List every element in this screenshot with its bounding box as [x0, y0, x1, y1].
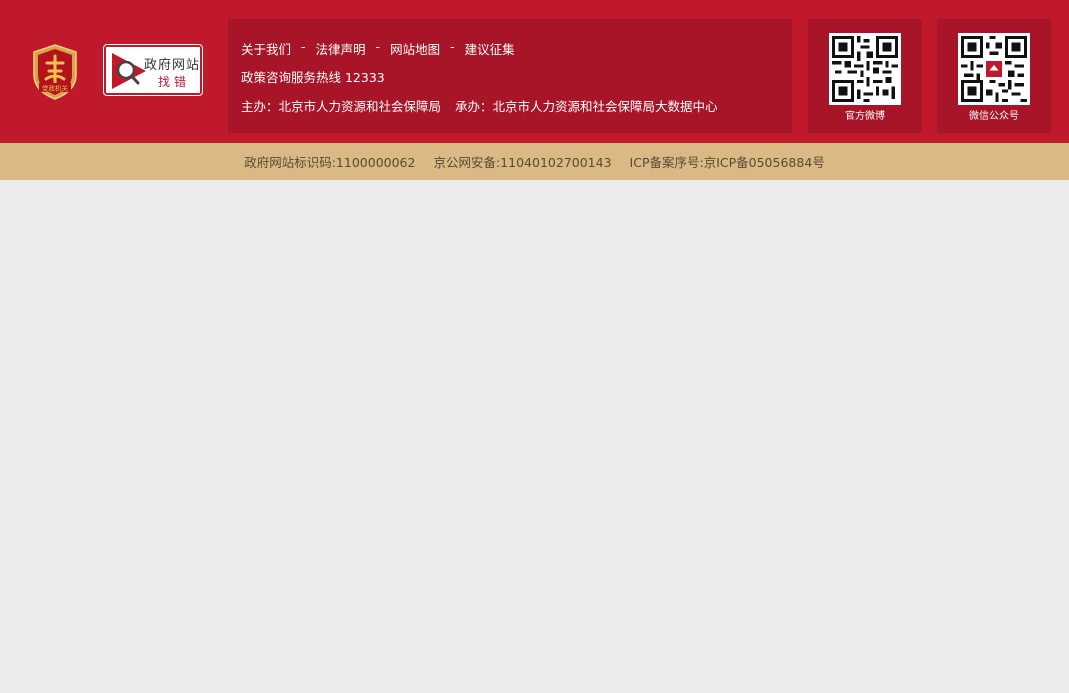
party-government-badge-icon: 党政机关: [33, 44, 77, 100]
footer-info-panel: 关于我们 - 法律声明 - 网站地图 - 建议征集 政策咨询服务热线 12333…: [228, 19, 792, 133]
footer-top: 党政机关 政府网站 找错 关于我们 - 法律声明 - 网站地图 - 建议征集 政…: [0, 0, 1069, 143]
link-about-us[interactable]: 关于我们: [241, 39, 291, 58]
host-organization: 主办：北京市人力资源和社会保障局: [241, 99, 442, 114]
government-site-error-report-button[interactable]: 政府网站 找错: [103, 44, 203, 96]
policy-hotline: 政策咨询服务热线 12333: [241, 70, 385, 85]
link-suggestions[interactable]: 建议征集: [465, 39, 515, 58]
sponsor-info: 主办：北京市人力资源和社会保障局 承办：北京市人力资源和社会保障局大数据中心: [241, 96, 718, 115]
jiucuo-line2: 找错: [158, 75, 191, 89]
link-site-map[interactable]: 网站地图: [390, 39, 440, 58]
icp-record[interactable]: ICP备案序号:京ICP备05056884号: [630, 152, 825, 171]
weibo-caption: 官方微博: [845, 111, 885, 122]
footer-links: 关于我们 - 法律声明 - 网站地图 - 建议征集: [241, 39, 515, 58]
magnifier-icon: [112, 53, 146, 89]
link-separator: -: [301, 39, 306, 54]
site-identification-code: 政府网站标识码:1100000062: [244, 155, 416, 170]
qr-code-icon: [832, 36, 898, 102]
jiucuo-line1: 政府网站: [144, 58, 201, 73]
party-government-badge[interactable]: 党政机关: [30, 43, 80, 101]
undertaking-organization: 承办：北京市人力资源和社会保障局大数据中心: [455, 99, 718, 114]
weibo-qr-box[interactable]: 官方微博: [808, 19, 922, 133]
wechat-qr-code: [958, 33, 1030, 105]
link-legal-notice[interactable]: 法律声明: [316, 39, 366, 58]
wechat-qr-box[interactable]: 微信公众号: [937, 19, 1051, 133]
qr-code-icon: [961, 36, 1027, 102]
footer-registration-bar: 政府网站标识码:1100000062 京公网安备:11040102700143 …: [0, 143, 1069, 180]
link-separator: -: [375, 39, 381, 54]
link-separator: -: [450, 39, 455, 54]
weibo-qr-code: [829, 33, 901, 105]
svg-text:党政机关: 党政机关: [42, 84, 69, 93]
wechat-caption: 微信公众号: [969, 111, 1019, 122]
public-security-record[interactable]: 京公网安备:11040102700143: [433, 152, 611, 171]
